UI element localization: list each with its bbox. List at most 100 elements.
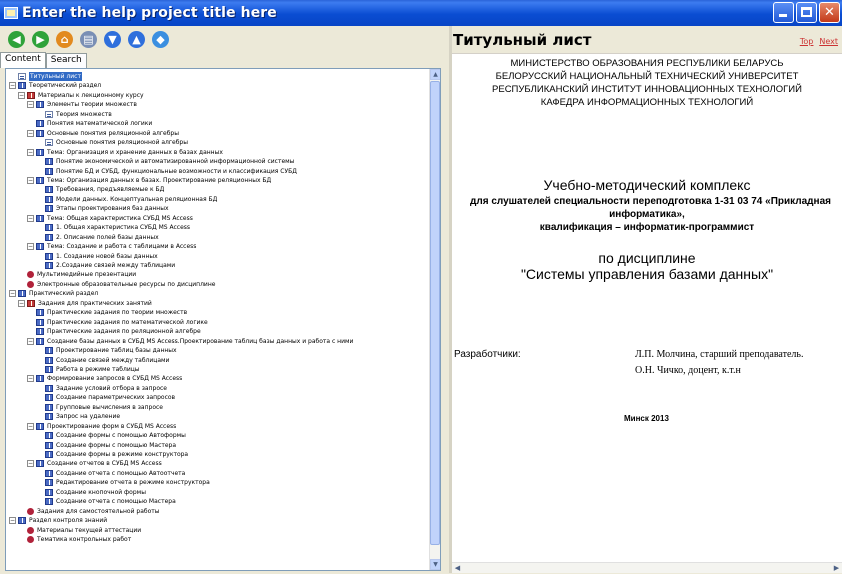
toc-item[interactable]: 1. Общая характеристика СУБД MS Access [36, 223, 190, 232]
scroll-left-icon[interactable]: ◀ [452, 563, 463, 574]
toc-item[interactable]: − Элементы теории множеств [27, 100, 137, 109]
forward-button[interactable]: ▶ [32, 30, 49, 48]
toc-item[interactable]: Создание формы в режиме конструктора [36, 450, 188, 459]
toc-vertical-scrollbar[interactable]: ▲ ▼ [429, 69, 440, 570]
window-controls: ✕ [773, 2, 840, 23]
scroll-down-icon[interactable]: ▼ [430, 559, 440, 570]
toc-item[interactable]: Тематика контрольных работ [18, 535, 131, 544]
toc-item[interactable]: Основные понятия реляционной алгебры [36, 138, 188, 147]
toc-item-label: Тема: Организация данных в базах. Проект… [47, 176, 272, 184]
home-button[interactable]: ⌂ [56, 30, 73, 48]
collapse-icon[interactable]: − [27, 176, 34, 184]
toc-item[interactable]: Запрос на удаление [36, 412, 120, 421]
toc-item[interactable]: Создание формы с помощью Мастера [36, 441, 176, 450]
toc-item[interactable]: Создание параметрических запросов [36, 393, 175, 402]
collapse-icon[interactable]: − [27, 129, 34, 137]
toc-item[interactable]: − Теоретический раздел [9, 81, 101, 90]
toc-item-label: 2. Описание полей базы данных [56, 233, 159, 241]
collapse-icon[interactable]: − [27, 422, 34, 430]
toc-item[interactable]: 1. Создание новой базы данных [36, 252, 158, 261]
topic-horizontal-scrollbar[interactable]: ◀ ▶ [452, 562, 842, 573]
toc-item[interactable]: − Тема: Создание и работа с таблицами в A… [27, 242, 196, 251]
toc-item-label: Основные понятия реляционной алгебры [56, 139, 188, 147]
toc-item[interactable]: Титульный лист [9, 72, 82, 81]
toc-item[interactable]: − Тема: Организация данных в базах. Проек… [27, 176, 271, 185]
next-topic-button[interactable]: ▲ [128, 30, 145, 48]
previous-topic-button[interactable]: ▼ [104, 30, 121, 48]
toc-item[interactable]: Понятие БД и СУБД, функциональные возмож… [36, 167, 297, 176]
toc-item[interactable]: − Раздел контроля знаний [9, 516, 107, 525]
collapse-icon[interactable]: − [9, 82, 16, 90]
print-button[interactable]: ▤ [80, 30, 97, 48]
tab-search[interactable]: Search [45, 53, 87, 68]
toc-item[interactable]: Задания для самостоятельной работы [18, 507, 159, 516]
toc-item-label: Практические задания по математической л… [47, 318, 208, 326]
collapse-icon[interactable]: − [27, 375, 34, 383]
audience-line-3: квалификация – информатик-программист [539, 222, 755, 233]
toc-item[interactable]: 2.Создание связей между таблицами [36, 261, 175, 270]
toc-item[interactable]: Создание кнопочной формы [36, 488, 146, 497]
toc-item[interactable]: Этапы проектирования баз данных [36, 204, 169, 213]
toc-item[interactable]: − Создание отчетов в СУБД MS Access [27, 459, 162, 468]
toc-item[interactable]: Практические задания по теории множеств [27, 308, 187, 317]
toc-item[interactable]: Материалы текущей аттестации [18, 526, 141, 535]
toc-item[interactable]: 2. Описание полей базы данных [36, 233, 159, 242]
tab-content[interactable]: Content [0, 52, 46, 68]
toc-item[interactable]: Практические задания по математической л… [27, 318, 208, 327]
scroll-right-icon[interactable]: ▶ [831, 563, 842, 574]
book-icon [45, 384, 53, 392]
toc-item[interactable]: Электронные образовательные ресурсы по д… [18, 280, 215, 289]
next-link[interactable]: Next [819, 37, 838, 46]
toc-item[interactable]: Понятие экономической и автоматизированн… [36, 157, 294, 166]
toc-item[interactable]: Групповые вычисления в запросе [36, 403, 163, 412]
book-icon [45, 479, 53, 487]
collapse-icon[interactable]: − [27, 337, 34, 345]
toc-item[interactable]: Создание формы с помощью Автоформы [36, 431, 186, 440]
collapse-icon[interactable]: − [27, 101, 34, 109]
toc-item[interactable]: Практические задания по реляционной алге… [27, 327, 201, 336]
window-title: Enter the help project title here [22, 5, 277, 21]
toc-item[interactable]: − Проектирование форм в СУБД MS Access [27, 422, 176, 431]
toc-item[interactable]: − Практический раздел [9, 289, 98, 298]
scroll-up-icon[interactable]: ▲ [430, 69, 440, 80]
toc-item[interactable]: − Задания для практических занятий [18, 299, 152, 308]
toc-item[interactable]: − Тема: Общая характеристика СУБД MS Acce… [27, 214, 193, 223]
collapse-icon[interactable]: − [18, 91, 25, 99]
toc-item[interactable]: Понятия математической логики [27, 119, 152, 128]
institute-line: РЕСПУБЛИКАНСКИЙ ИНСТИТУТ ИННОВАЦИОННЫХ Т… [492, 84, 802, 95]
collapse-icon[interactable]: − [27, 214, 34, 222]
toc-item[interactable]: − Тема: Организация и хранение данных в б… [27, 148, 223, 157]
collapse-icon[interactable]: − [18, 299, 25, 307]
back-button[interactable]: ◀ [8, 30, 25, 48]
collapse-icon[interactable]: − [27, 460, 34, 468]
toc-item[interactable]: − Формирование запросов в СУБД MS Access [27, 374, 182, 383]
toc-item[interactable]: − Материалы к лекционному курсу [18, 91, 144, 100]
toc-item[interactable]: Создание отчета с помощью Автоотчета [36, 469, 185, 478]
collapse-icon[interactable]: − [9, 517, 16, 525]
collapse-icon[interactable]: − [27, 243, 34, 251]
toc-item[interactable]: Работа в режиме таблицы [36, 365, 140, 374]
top-link[interactable]: Top [800, 37, 814, 46]
toc-item[interactable]: Создание отчета с помощью Мастера [36, 497, 176, 506]
close-button[interactable]: ✕ [819, 2, 840, 23]
sync-toc-button[interactable]: ◆ [152, 30, 169, 48]
minimize-button[interactable] [773, 2, 794, 23]
toc-item[interactable]: Модели данных. Концептуальная реляционна… [36, 195, 217, 204]
book-icon [45, 394, 53, 402]
toc-item[interactable]: Создание связей между таблицами [36, 356, 169, 365]
toc-item[interactable]: − Создание базы данных в СУБД MS Access.П… [27, 337, 353, 346]
toc-item[interactable]: Редактирование отчета в режиме конструкт… [36, 478, 210, 487]
toc-item-label: Теоретический раздел [29, 82, 102, 90]
toc-item[interactable]: Теория множеств [36, 110, 112, 119]
maximize-button[interactable] [796, 2, 817, 23]
collapse-icon[interactable]: − [27, 148, 34, 156]
toc-item[interactable]: Задание условий отбора в запросе [36, 384, 167, 393]
collapse-icon[interactable]: − [9, 290, 16, 298]
toc-item[interactable]: − Основные понятия реляционной алгебры [27, 129, 179, 138]
page-icon [45, 139, 53, 147]
toc-item[interactable]: Мультимедийные презентации [18, 270, 136, 279]
toc-item[interactable]: Требования, предъявляемые к БД [36, 185, 164, 194]
scroll-thumb[interactable] [430, 81, 440, 545]
toc-item[interactable]: Проектирование таблиц базы данных [36, 346, 177, 355]
toc-item-label: 2.Создание связей между таблицами [56, 262, 176, 269]
